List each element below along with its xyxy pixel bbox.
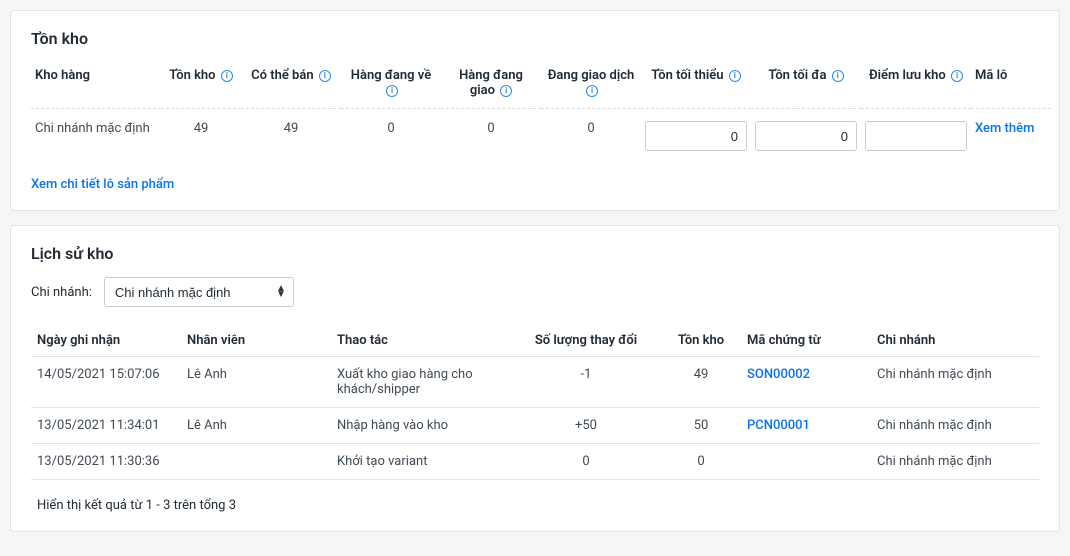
branch-select[interactable]: Chi nhánh mặc định (104, 277, 294, 307)
cell-warehouse: Chi nhánh mặc định (31, 109, 161, 162)
cell-action: Xuất kho giao hàng cho khách/shipper (331, 357, 511, 408)
cell-incoming: 0 (341, 109, 441, 162)
cell-qty-change: -1 (511, 357, 661, 408)
doc-code-link[interactable]: SON00002 (747, 367, 810, 382)
info-icon[interactable]: i (832, 70, 844, 82)
max-stock-input[interactable] (755, 121, 857, 151)
cell-doc-code (741, 444, 871, 480)
result-summary: Hiển thị kết quả từ 1 - 3 trên tổng 3 (31, 498, 1039, 513)
info-icon[interactable]: i (221, 70, 233, 82)
cell-storage-point (861, 109, 971, 162)
col-action: Thao tác (331, 325, 511, 357)
info-icon[interactable]: i (386, 85, 398, 97)
cell-stock: 49 (661, 357, 741, 408)
info-icon[interactable]: i (729, 70, 741, 82)
inventory-table: Kho hàng Tồn kho i Có thể bán i Hàng đan… (31, 62, 1051, 161)
cell-max (751, 109, 861, 162)
cell-action: Khởi tạo variant (331, 444, 511, 480)
col-date: Ngày ghi nhận (31, 325, 181, 357)
cell-lot: Xem thêm (971, 109, 1051, 162)
view-lot-detail-link[interactable]: Xem chi tiết lô sản phẩm (31, 177, 174, 192)
info-icon[interactable]: i (319, 70, 331, 82)
history-header-row: Ngày ghi nhận Nhân viên Thao tác Số lượn… (31, 325, 1039, 357)
history-title: Lịch sử kho (31, 244, 1039, 263)
cell-date: 14/05/2021 15:07:06 (31, 357, 181, 408)
col-warehouse: Kho hàng (31, 62, 161, 109)
col-available: Có thể bán i (241, 62, 341, 109)
cell-available: 49 (241, 109, 341, 162)
info-icon[interactable]: i (586, 85, 598, 97)
history-table: Ngày ghi nhận Nhân viên Thao tác Số lượn… (31, 325, 1039, 480)
col-max: Tồn tối đa i (751, 62, 861, 109)
history-row: 13/05/2021 11:34:01Lê AnhNhập hàng vào k… (31, 408, 1039, 444)
cell-doc-code: PCN00001 (741, 408, 871, 444)
cell-trading: 0 (541, 109, 641, 162)
storage-point-input[interactable] (865, 121, 967, 151)
cell-stock: 0 (661, 444, 741, 480)
doc-code-link[interactable]: PCN00001 (747, 418, 810, 433)
col-stock: Tồn kho i (161, 62, 241, 109)
col-min: Tồn tối thiểu i (641, 62, 751, 109)
cell-date: 13/05/2021 11:30:36 (31, 444, 181, 480)
info-icon[interactable]: i (951, 70, 963, 82)
cell-stock: 49 (161, 109, 241, 162)
cell-outgoing: 0 (441, 109, 541, 162)
cell-branch: Chi nhánh mặc định (871, 444, 1039, 480)
col-employee: Nhân viên (181, 325, 331, 357)
cell-employee (181, 444, 331, 480)
col-storage-point: Điểm lưu kho i (861, 62, 971, 109)
col-lot: Mã lô (971, 62, 1051, 109)
inventory-header-row: Kho hàng Tồn kho i Có thể bán i Hàng đan… (31, 62, 1051, 109)
history-card: Lịch sử kho Chi nhánh: Chi nhánh mặc địn… (10, 225, 1060, 532)
col-qty-change: Số lượng thay đổi (511, 325, 661, 357)
cell-branch: Chi nhánh mặc định (871, 408, 1039, 444)
inventory-card: Tồn kho Kho hàng Tồn kho i Có thể bán (10, 10, 1060, 211)
cell-action: Nhập hàng vào kho (331, 408, 511, 444)
cell-qty-change: +50 (511, 408, 661, 444)
cell-min (641, 109, 751, 162)
col-outgoing: Hàng đang giao i (441, 62, 541, 109)
col-branch: Chi nhánh (871, 325, 1039, 357)
col-incoming: Hàng đang về i (341, 62, 441, 109)
history-row: 13/05/2021 11:30:36Khởi tạo variant00Chi… (31, 444, 1039, 480)
branch-select-wrap: Chi nhánh mặc định ▲▼ (104, 277, 294, 307)
branch-filter-row: Chi nhánh: Chi nhánh mặc định ▲▼ (31, 277, 1039, 307)
inventory-row: Chi nhánh mặc định 49 49 0 0 0 Xem thêm (31, 109, 1051, 162)
cell-date: 13/05/2021 11:34:01 (31, 408, 181, 444)
col-stock: Tồn kho (661, 325, 741, 357)
cell-doc-code: SON00002 (741, 357, 871, 408)
view-more-lot-link[interactable]: Xem thêm (975, 121, 1034, 136)
min-stock-input[interactable] (645, 121, 747, 151)
col-doc-code: Mã chứng từ (741, 325, 871, 357)
history-row: 14/05/2021 15:07:06Lê AnhXuất kho giao h… (31, 357, 1039, 408)
branch-filter-label: Chi nhánh: (31, 285, 92, 300)
cell-employee: Lê Anh (181, 408, 331, 444)
col-trading: Đang giao dịch i (541, 62, 641, 109)
cell-stock: 50 (661, 408, 741, 444)
info-icon[interactable]: i (500, 85, 512, 97)
inventory-title: Tồn kho (31, 29, 1039, 48)
cell-qty-change: 0 (511, 444, 661, 480)
cell-branch: Chi nhánh mặc định (871, 357, 1039, 408)
cell-employee: Lê Anh (181, 357, 331, 408)
